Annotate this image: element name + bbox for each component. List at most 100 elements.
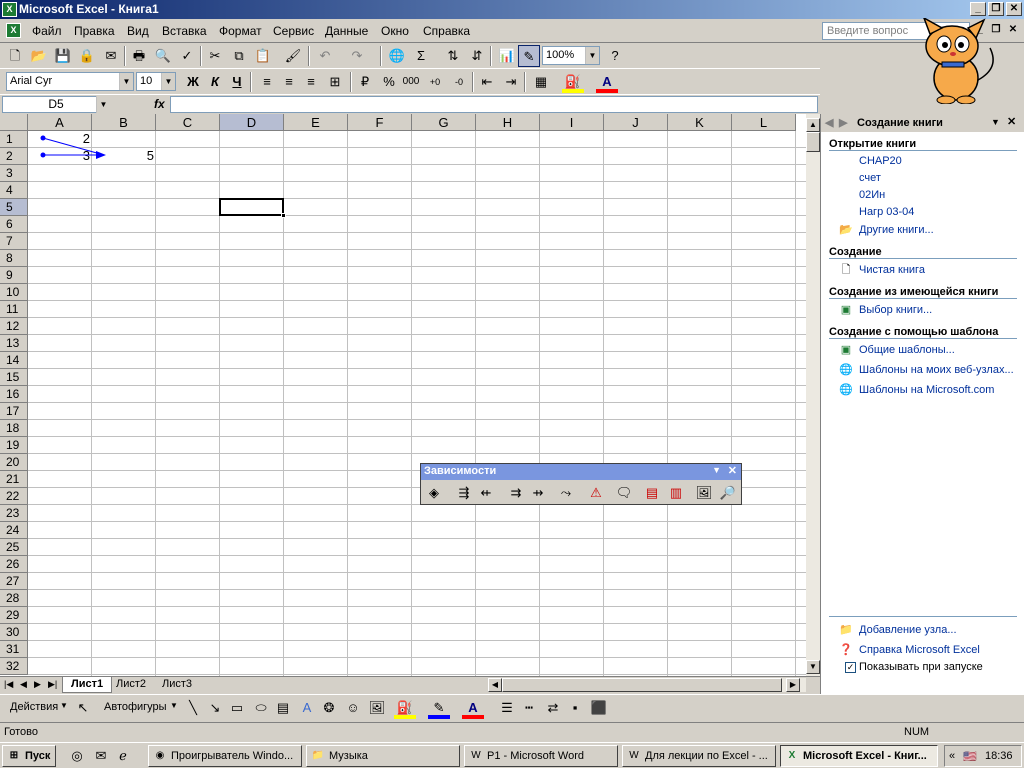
percent-button[interactable]: % (378, 71, 400, 93)
row-header[interactable]: 16 (0, 386, 28, 403)
decrease-decimal-icon[interactable]: -0 (448, 71, 470, 93)
close-button[interactable]: ✕ (1006, 2, 1022, 16)
sort-descending-icon[interactable]: ⇵ (466, 45, 488, 67)
row-header[interactable]: 23 (0, 505, 28, 522)
evaluate-formula-icon[interactable]: 🔎 (717, 482, 739, 504)
row-header[interactable]: 4 (0, 182, 28, 199)
close-icon[interactable]: ✕ (728, 464, 737, 477)
dependencies-toolbar[interactable]: Зависимости ▼ ✕ ◈ ⇶ ⇷ ⇉ ⇸ ⤳ ⚠ 🗨 ▤ ▥ 🖼 🔎 (420, 463, 742, 505)
spreadsheet-grid[interactable]: ABCDEFGHIJKL 1 2 3 4 5 6 7 8 9 10 11 12 13 14 15 16 17 18… (0, 114, 806, 676)
office-assistant-cat[interactable] (912, 16, 1002, 105)
spelling-icon[interactable]: ✓ (176, 45, 198, 67)
borders-icon[interactable]: ▦ (530, 71, 552, 93)
scroll-thumb[interactable] (806, 132, 820, 152)
menu-help[interactable]: Справка (423, 24, 470, 38)
textbox-icon[interactable]: ▤ (272, 697, 294, 719)
row-header[interactable]: 9 (0, 267, 28, 284)
chevron-down-icon[interactable]: ▼ (991, 117, 1000, 127)
next-sheet-icon[interactable]: ▶ (34, 679, 41, 690)
shadow-icon[interactable]: ▪ (564, 697, 586, 719)
chevron-down-icon[interactable]: ▼ (161, 73, 175, 90)
add-node-link[interactable]: Добавление узла... (859, 624, 957, 636)
clear-circles-icon[interactable]: ▥ (665, 482, 687, 504)
chevron-down-icon[interactable]: ▼ (585, 47, 599, 64)
font-size-select[interactable]: 10 ▼ (136, 72, 176, 91)
arrow-style-icon[interactable]: ⇄ (542, 697, 564, 719)
formula-input[interactable] (170, 96, 818, 113)
chevron-down-icon[interactable]: ▼ (96, 96, 110, 113)
increase-decimal-icon[interactable]: +0 (424, 71, 446, 93)
row-header[interactable]: 31 (0, 641, 28, 658)
minimize-button[interactable]: _ (970, 2, 986, 16)
undo-icon[interactable]: ↶ (314, 45, 336, 67)
menu-format[interactable]: Формат (219, 24, 262, 38)
row-header[interactable]: 11 (0, 301, 28, 318)
rectangle-icon[interactable]: ▭ (226, 697, 248, 719)
paste-icon[interactable]: 📋 (252, 45, 274, 67)
more-books-link[interactable]: Другие книги... (859, 224, 934, 236)
ie-icon[interactable]: ℯ (112, 745, 134, 767)
trace-dependents-icon[interactable]: ⇉ (505, 482, 527, 504)
error-check-icon[interactable]: ◈ (423, 482, 445, 504)
row-header[interactable]: 17 (0, 403, 28, 420)
select-objects-icon[interactable]: ↖ (72, 697, 94, 719)
circle-invalid-icon[interactable]: ▤ (641, 482, 663, 504)
sheet-tab-3[interactable]: Лист3 (154, 677, 200, 693)
currency-icon[interactable]: ₽ (354, 71, 376, 93)
row-header[interactable]: 26 (0, 556, 28, 573)
format-painter-icon[interactable]: 🖌 (282, 45, 304, 67)
language-flag-icon[interactable]: 🇺🇸 (963, 750, 977, 763)
row-header[interactable]: 32 (0, 658, 28, 675)
row-header[interactable]: 20 (0, 454, 28, 471)
recent-file-link[interactable]: CHAP20 (859, 155, 902, 167)
recent-file-link[interactable]: счет (859, 172, 881, 184)
row-header[interactable]: 29 (0, 607, 28, 624)
autoshapes-menu[interactable]: Автофигуры (104, 701, 167, 713)
ms-templates-link[interactable]: Шаблоны на Microsoft.com (859, 384, 994, 396)
dependencies-toolbar-header[interactable]: Зависимости ▼ ✕ (421, 464, 741, 480)
remove-dependents-icon[interactable]: ⇸ (527, 482, 549, 504)
vertical-scrollbar[interactable]: ▲ ▼ (806, 114, 820, 676)
save-icon[interactable]: 💾 (52, 45, 74, 67)
first-sheet-icon[interactable]: |◀ (4, 679, 13, 690)
row-header[interactable]: 5 (0, 199, 28, 216)
fill-handle[interactable] (281, 213, 286, 218)
merge-center-icon[interactable]: ⊞ (324, 71, 346, 93)
increase-indent-icon[interactable]: ⇥ (500, 71, 522, 93)
active-cell-cursor[interactable] (219, 198, 284, 216)
help-icon[interactable]: ? (604, 45, 626, 67)
menu-window[interactable]: Окно (381, 24, 409, 38)
choose-book-link[interactable]: Выбор книги... (859, 304, 932, 316)
chart-wizard-icon[interactable]: 📊 (496, 45, 518, 67)
permission-icon[interactable]: 🔒 (76, 45, 98, 67)
italic-button[interactable]: К (204, 71, 226, 93)
horizontal-scrollbar[interactable]: ◀ ▶ (488, 678, 806, 692)
show-on-startup-checkbox[interactable]: ✓ (845, 662, 856, 673)
name-box[interactable]: D5 (2, 96, 110, 113)
open-icon[interactable]: 📂 (28, 45, 50, 67)
email-icon[interactable]: ✉ (100, 45, 122, 67)
new-comment-icon[interactable]: 🗨 (613, 482, 635, 504)
line-icon[interactable]: ╲ (182, 697, 204, 719)
oval-icon[interactable]: ⬭ (250, 697, 272, 719)
underline-button[interactable]: Ч (226, 71, 248, 93)
align-right-icon[interactable]: ≡ (300, 71, 322, 93)
row-header[interactable]: 22 (0, 488, 28, 505)
drawing-toggle-icon[interactable]: ✎ (518, 45, 540, 67)
watch-window-icon[interactable]: 🖼 (693, 482, 715, 504)
thousands-button[interactable]: 000 (400, 71, 422, 93)
blank-book-link[interactable]: Чистая книга (859, 264, 925, 276)
line-color-icon[interactable]: ✎ (428, 697, 450, 719)
fill-color-icon[interactable]: ⛽ (562, 71, 584, 93)
print-preview-icon[interactable]: 🔍 (152, 45, 174, 67)
redo-icon[interactable]: ↷ (346, 45, 368, 67)
bold-button[interactable]: Ж (182, 71, 204, 93)
recent-file-link[interactable]: Нагр 03-04 (859, 206, 914, 218)
wordart-icon[interactable]: A (296, 697, 318, 719)
row-header[interactable]: 18 (0, 420, 28, 437)
picture-icon[interactable]: 🖼 (366, 697, 388, 719)
insert-function-button[interactable]: fx (154, 97, 165, 111)
new-icon[interactable]: 🗋 (4, 45, 26, 67)
row-header[interactable]: 30 (0, 624, 28, 641)
row-header[interactable]: 25 (0, 539, 28, 556)
